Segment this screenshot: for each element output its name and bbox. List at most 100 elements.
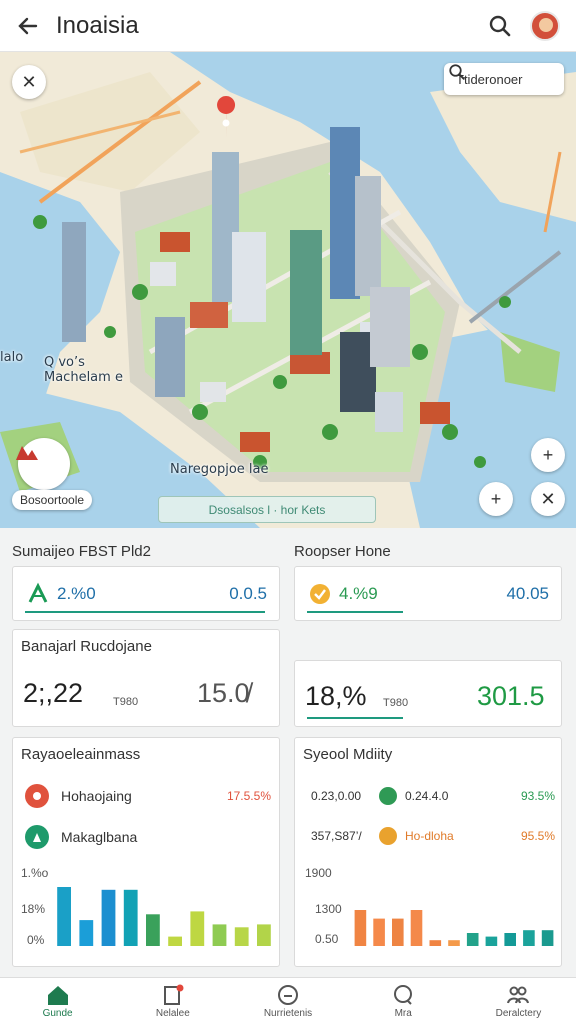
right-legend-left-2: 357,S87’/ (311, 829, 362, 843)
left-kpi-underline (25, 611, 265, 613)
right-big-unit: T980 (383, 697, 409, 709)
right-big-value-b: 301.5 (477, 681, 545, 711)
left-axis-mid: 18% (21, 902, 46, 916)
map-label-edge: lalo (0, 350, 24, 365)
city-map[interactable]: ✕ Ttideronoer Q vo’s Machelam e Naregopj… (0, 52, 576, 528)
nav-label-directory: Deralctery (495, 1007, 542, 1019)
right-chart-bar-4 (410, 910, 423, 946)
crosshair-icon: + (490, 488, 502, 509)
search-icon (449, 64, 465, 80)
left-kpi-value-a: 2.%0 (57, 583, 96, 603)
app-header: Inoaisia (0, 0, 576, 52)
right-legend-row-2[interactable]: 357,S87’/ Ho-dloha 95.5% (311, 827, 555, 845)
right-chart-bar-6 (448, 940, 460, 946)
trend-icon (307, 581, 333, 607)
map-banner[interactable]: Dsosalsos l · hor Kets (158, 496, 376, 523)
left-chart-bar-4 (123, 889, 138, 946)
map-label-center: Naregopjoe lae (170, 462, 269, 477)
right-chart-bar-10 (523, 930, 535, 946)
map-search-box[interactable]: Ttideronoer (444, 63, 564, 95)
left-chart-bar-7 (190, 911, 205, 946)
close-icon: ✕ (21, 71, 37, 92)
left-big-unit: T980 (113, 696, 139, 708)
nav-item-search[interactable]: Mra (346, 978, 461, 1024)
right-chart-bar-2 (373, 918, 385, 946)
right-legend-left-1: 0.23,0.00 (311, 789, 362, 803)
left-axis-top: 1.%o (21, 866, 49, 880)
left-chart-bar-10 (257, 924, 271, 946)
arrow-left-icon (18, 17, 38, 34)
right-big-card[interactable]: 18,% T980 301.5 (294, 660, 562, 727)
left-axis-bottom: 0% (27, 933, 45, 947)
left-chart-bar-1 (57, 887, 71, 946)
left-legend-label-2: Makaglbana (61, 829, 138, 845)
right-legend-value-2: 95.5% (520, 829, 555, 843)
nav-label-explore: Nurrietenis (263, 1007, 313, 1019)
left-kpi-card[interactable]: 2.%0 0.0.5 (12, 566, 280, 621)
left-chart-card[interactable]: Rayaoeleainmass Hohaojaing 17.5.5% Makag… (12, 737, 280, 967)
zoom-in-button[interactable]: + (531, 438, 565, 472)
right-chart-card[interactable]: Syeool Mdiity 0.23,0.00 0.24.4.0 93.5% 3… (294, 737, 562, 967)
nav-item-explore[interactable]: Nurrietenis (230, 978, 345, 1024)
document-icon (163, 984, 184, 1005)
left-chart-bar-6 (168, 936, 182, 946)
nav-item-documents[interactable]: Nelalee (115, 978, 230, 1024)
location-name: Bosoortoole (12, 490, 93, 510)
search-icon (394, 984, 413, 1005)
close-icon: ✕ (540, 488, 556, 509)
nav-label-documents: Nelalee (155, 1007, 190, 1019)
right-kpi-value-b: 40.05 (506, 583, 549, 603)
left-legend-label-1: Hohaojaing (61, 788, 132, 804)
app-title: Inoaisia (56, 11, 139, 39)
right-axis-mid: 1300 (315, 902, 342, 916)
right-axis-bottom: 0.50 (315, 932, 339, 946)
left-chart-bar-2 (79, 920, 94, 946)
map-label-left: Q vo’s Machelam e (44, 355, 123, 385)
map-close-button[interactable]: ✕ (12, 65, 46, 99)
left-legend-row-1[interactable]: Hohaojaing 17.5.5% (25, 784, 271, 808)
right-kpi-card[interactable]: 4.%9 40.05 (294, 566, 562, 621)
right-big-value-a: 18,% (305, 681, 367, 711)
left-chart-title: Rayaoeleainmass (21, 746, 141, 763)
search-icon (489, 15, 511, 36)
nav-label-search: Mra (394, 1007, 412, 1019)
avatar[interactable] (530, 10, 560, 41)
right-legend-label-2: Ho-dloha (405, 829, 454, 843)
locate-button[interactable]: + (479, 482, 513, 516)
left-chart-bar-3 (101, 889, 116, 946)
nav-item-directory[interactable]: Deralctery (461, 978, 576, 1024)
left-big-card[interactable]: Banajarl Rucdojane 2;,22 T980 15.0̸ (12, 629, 280, 727)
bottom-nav: Gunde Nelalee Nurrietenis Mra Deralctery (0, 977, 576, 1024)
location-thumbnail (16, 438, 70, 490)
right-chart-bar-3 (392, 918, 404, 946)
header-search-button[interactable] (478, 14, 522, 38)
location-card[interactable]: Bosoortoole (12, 438, 100, 516)
back-button[interactable] (0, 0, 56, 52)
compass-icon (278, 984, 298, 1005)
nav-label-home: Gunde (42, 1007, 73, 1019)
left-bar-chart (57, 887, 271, 946)
coin-icon (379, 827, 397, 845)
left-kpi-value-b: 0.0.5 (229, 583, 267, 603)
left-big-title: Banajarl Rucdojane (21, 638, 152, 655)
right-bar-chart (354, 910, 554, 946)
nav-item-home[interactable]: Gunde (0, 978, 115, 1024)
trend-up-icon (25, 581, 51, 607)
map-marker-icon (16, 446, 38, 460)
building-icon (25, 825, 49, 849)
left-chart-bar-8 (212, 924, 227, 946)
left-big-value-b: 15.0̸ (197, 678, 250, 708)
left-big-value-a: 2;,22 (23, 678, 84, 708)
right-section-title: Roopser Hone (294, 543, 391, 560)
left-legend-value-1: 17.5.5% (226, 789, 271, 803)
right-chart-bar-1 (354, 910, 367, 946)
people-icon (507, 986, 530, 1003)
right-big-underline (307, 717, 403, 719)
right-legend-row-1[interactable]: 0.23,0.00 0.24.4.0 93.5% (311, 787, 555, 805)
right-kpi-value-a: 4.%9 (339, 583, 378, 603)
left-legend-row-2[interactable]: Makaglbana (25, 825, 271, 849)
right-chart-bar-8 (485, 936, 498, 946)
home-icon (47, 985, 68, 1005)
badge-icon (25, 784, 49, 808)
close-overlay-button[interactable]: ✕ (531, 482, 565, 516)
